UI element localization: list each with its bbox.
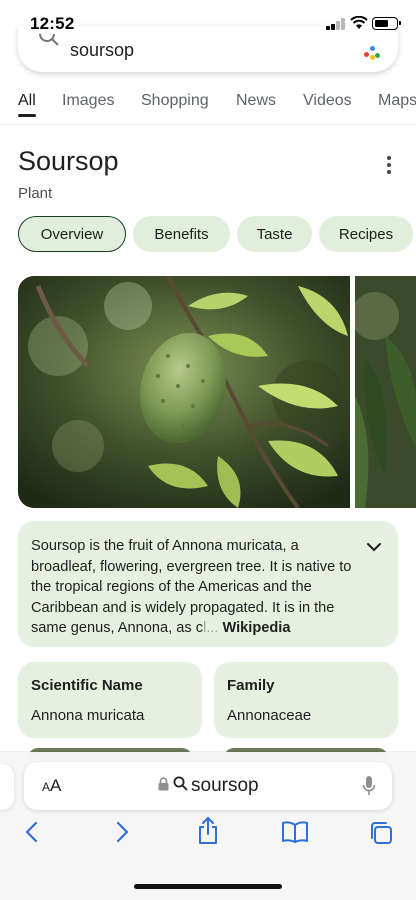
url-field[interactable]: soursop bbox=[158, 775, 259, 797]
share-icon[interactable] bbox=[196, 816, 220, 851]
tab-all[interactable]: All bbox=[18, 92, 36, 110]
chevron-down-icon[interactable] bbox=[366, 539, 382, 557]
description-source-link[interactable]: Wikipedia bbox=[222, 620, 290, 636]
cellular-signal-icon bbox=[326, 18, 346, 30]
tab-maps[interactable]: Maps bbox=[378, 92, 416, 110]
more-vert-icon[interactable] bbox=[386, 156, 392, 174]
google-dots-icon[interactable] bbox=[364, 46, 382, 60]
battery-icon bbox=[372, 17, 401, 30]
tabs-divider bbox=[0, 124, 416, 125]
previous-tab-peek[interactable] bbox=[0, 764, 14, 810]
tab-shopping[interactable]: Shopping bbox=[141, 92, 209, 110]
fact-label: Family bbox=[227, 677, 275, 694]
lock-icon bbox=[158, 775, 169, 797]
home-indicator bbox=[134, 884, 282, 889]
description-truncation: l... bbox=[203, 620, 219, 636]
description-card[interactable]: Soursop is the fruit of Annona muricata,… bbox=[18, 521, 398, 647]
search-tabs: All Images Shopping News Videos Maps bbox=[0, 88, 416, 124]
address-bar[interactable]: AA soursop bbox=[24, 762, 392, 810]
chip-benefits[interactable]: Benefits bbox=[133, 216, 230, 252]
wifi-icon bbox=[350, 15, 368, 35]
chip-recipes[interactable]: Recipes bbox=[319, 216, 413, 252]
status-bar: 12:52 bbox=[0, 0, 416, 48]
fact-card-family[interactable]: Family Annonaceae bbox=[214, 662, 398, 738]
search-icon bbox=[173, 775, 188, 797]
soursop-leaves-image[interactable] bbox=[355, 276, 416, 508]
entity-subtitle: Plant bbox=[18, 185, 53, 202]
chip-overview[interactable]: Overview bbox=[18, 216, 126, 252]
microphone-icon[interactable] bbox=[362, 775, 376, 802]
status-time: 12:52 bbox=[30, 14, 75, 33]
text-size-button[interactable]: AA bbox=[42, 776, 61, 796]
tab-news[interactable]: News bbox=[236, 92, 276, 110]
bookmarks-icon[interactable] bbox=[281, 820, 309, 849]
description-text: Soursop is the fruit of Annona muricata,… bbox=[31, 536, 363, 639]
tabs-icon[interactable] bbox=[368, 820, 394, 851]
description-body: Soursop is the fruit of Annona muricata,… bbox=[31, 538, 352, 636]
browser-toolbar: AA soursop bbox=[0, 752, 416, 900]
entity-title: Soursop bbox=[18, 146, 119, 176]
chip-taste[interactable]: Taste bbox=[237, 216, 312, 252]
back-icon[interactable] bbox=[24, 820, 40, 849]
fact-card-scientific-name[interactable]: Scientific Name Annona muricata bbox=[18, 662, 202, 738]
tab-images[interactable]: Images bbox=[62, 92, 114, 110]
fact-value: Annonaceae bbox=[227, 707, 312, 724]
active-tab-indicator bbox=[18, 114, 36, 117]
url-text: soursop bbox=[191, 775, 259, 796]
tab-videos[interactable]: Videos bbox=[303, 92, 352, 110]
fact-label: Scientific Name bbox=[31, 677, 143, 694]
soursop-fruit-image[interactable] bbox=[18, 276, 350, 508]
forward-icon[interactable] bbox=[114, 820, 130, 849]
fact-value: Annona muricata bbox=[31, 707, 145, 724]
